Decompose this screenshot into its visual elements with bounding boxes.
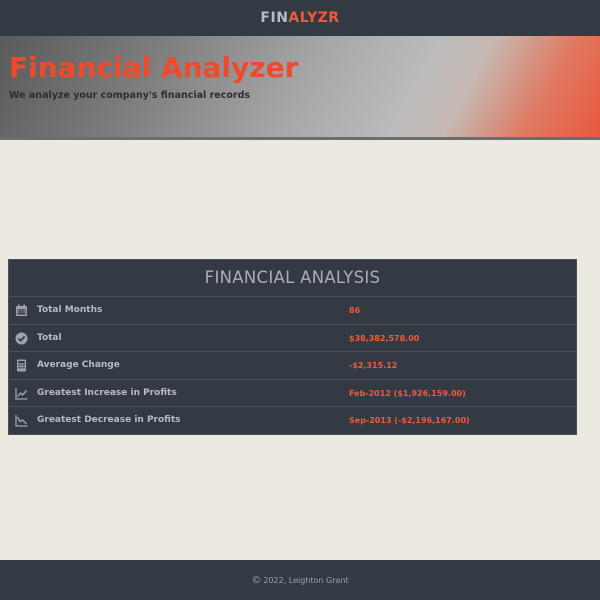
calculator-icon (17, 359, 26, 372)
copyright-icon: © (251, 574, 262, 586)
brand-part-2: ALYZR (288, 10, 340, 26)
chart-line-up-icon (15, 387, 28, 400)
row-value: 86 (349, 306, 361, 315)
brand-part-1: FIN (260, 10, 289, 26)
page-title: Financial Analyzer (9, 51, 299, 84)
row-label: Average Change (37, 360, 120, 370)
table-row: Average Change -$2,315.12 (9, 352, 576, 380)
top-navbar: FINALYZR (0, 0, 600, 36)
row-label: Total Months (37, 305, 103, 315)
table-row: Total Months 86 (9, 297, 576, 325)
check-circle-icon (15, 332, 28, 344)
row-value: $38,382,578.00 (349, 333, 420, 343)
chart-line-down-icon (15, 415, 28, 427)
row-value: Feb-2012 ($1,926,159.00) (349, 388, 466, 398)
brand-logo[interactable]: FINALYZR (260, 10, 339, 26)
row-label: Greatest Decrease in Profits (37, 415, 181, 425)
panel-title: FINANCIAL ANALYSIS (9, 260, 576, 297)
row-value: Sep-2013 (-$2,196,167.00) (349, 416, 470, 425)
row-label: Greatest Increase in Profits (37, 387, 177, 398)
footer-text: 2022, Leighton Grant (263, 575, 349, 585)
hero-banner: Financial Analyzer We analyze your compa… (0, 36, 600, 140)
table-row: Greatest Decrease in Profits Sep-2013 (-… (9, 407, 576, 435)
table-row: Greatest Increase in Profits Feb-2012 ($… (9, 380, 576, 407)
calendar-icon (16, 304, 27, 316)
financial-analysis-panel: FINANCIAL ANALYSIS Total Months 86 Total… (8, 259, 577, 435)
table-row: Total $38,382,578.00 (9, 325, 576, 352)
page-subtitle: We analyze your company's financial reco… (9, 90, 251, 101)
row-value: -$2,315.12 (349, 361, 398, 370)
row-label: Total (37, 332, 62, 343)
footer: © 2022, Leighton Grant (0, 560, 600, 600)
